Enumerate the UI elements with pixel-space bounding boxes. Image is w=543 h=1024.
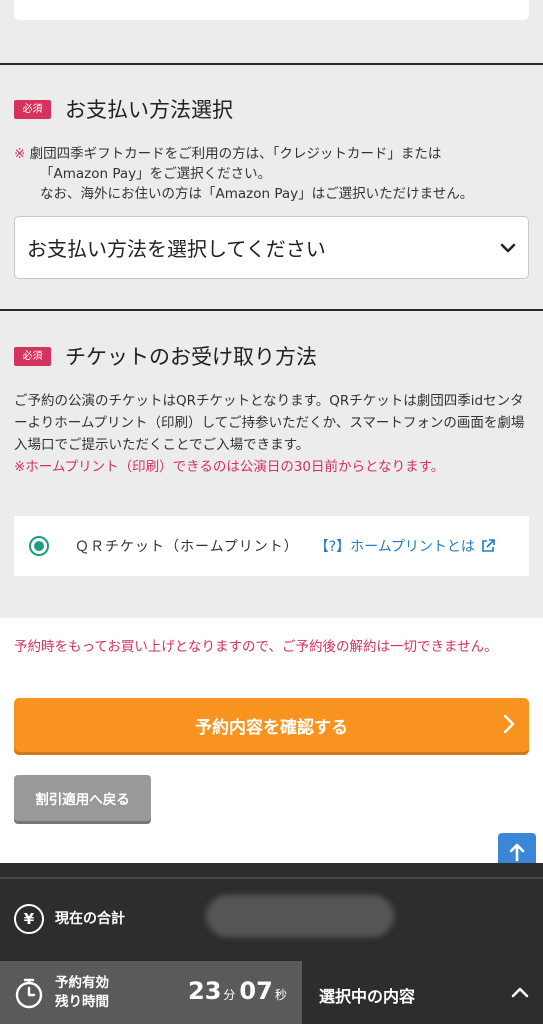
- ticket-description-block: ご予約の公演のチケットはQRチケットとなります。QRチケットは劇団四季idセンタ…: [14, 390, 529, 478]
- selection-toggle[interactable]: 選択中の内容: [304, 961, 543, 1024]
- payment-section-header: 必須 お支払い方法選択: [14, 94, 233, 124]
- total-label: 現在の合計: [55, 911, 125, 927]
- total-row: ¥ 現在の合計: [0, 879, 543, 959]
- qr-ticket-option[interactable]: ＱＲチケット（ホームプリント） 【?】ホームプリントとは: [14, 516, 529, 576]
- chevron-up-icon: [511, 983, 529, 1002]
- timer-value: 23 分 07 秒: [188, 977, 291, 1005]
- ticket-notice: ※ホームプリント（印刷）できるのは公演日の30日前からとなります。: [14, 459, 445, 475]
- help-link-text: 【?】ホームプリントとは: [314, 539, 475, 555]
- timer-seconds-unit: 秒: [274, 988, 287, 1002]
- payment-method-select[interactable]: お支払い方法を選択してください: [14, 216, 529, 279]
- back-button-label: 割引適用へ戻る: [35, 792, 130, 808]
- confirm-reservation-button[interactable]: 予約内容を確認する: [14, 698, 529, 752]
- external-link-icon: [482, 539, 495, 552]
- timer-label-line1: 予約有効: [55, 975, 109, 991]
- stopwatch-icon: [14, 977, 44, 1013]
- cancellation-warning: 予約時をもってお買い上げとなりますので、ご予約後の解約は一切できません。: [14, 639, 498, 655]
- timer-label: 予約有効 残り時間: [55, 974, 109, 1012]
- footer-bottom-row: 予約有効 残り時間 23 分 07 秒 選択中の内容: [0, 961, 543, 1024]
- ticket-section-header: 必須 チケットのお受け取り方法: [14, 341, 317, 371]
- payment-section-title: お支払い方法選択: [65, 98, 233, 122]
- confirm-button-label: 予約内容を確認する: [195, 717, 348, 738]
- section-divider: [0, 63, 543, 65]
- timer-label-line2: 残り時間: [55, 994, 109, 1010]
- ticket-description: ご予約の公演のチケットはQRチケットとなります。QRチケットは劇団四季idセンタ…: [14, 393, 525, 453]
- payment-note-line3: なお、海外にお住いの方は「Amazon Pay」はご選択いただけません。: [40, 186, 474, 202]
- chevron-right-icon: [503, 713, 515, 740]
- previous-section-card: [14, 0, 529, 20]
- payment-note-line2: 「Amazon Pay」をご選択ください。: [40, 166, 272, 182]
- radio-selected-icon[interactable]: [29, 536, 49, 556]
- payment-note: ※ 劇団四季ギフトカードをご利用の方は、「クレジットカード」または 「Amazo…: [14, 144, 529, 204]
- total-amount-redacted: [206, 895, 394, 937]
- selection-label: 選択中の内容: [319, 987, 416, 1006]
- timer-box: 予約有効 残り時間 23 分 07 秒: [0, 961, 302, 1024]
- payment-note-line1: 劇団四季ギフトカードをご利用の方は、「クレジットカード」または: [29, 146, 442, 162]
- home-print-help-link[interactable]: 【?】ホームプリントとは: [315, 536, 495, 556]
- payment-select-placeholder: お支払い方法を選択してください: [27, 237, 326, 261]
- qr-ticket-option-label: ＱＲチケット（ホームプリント）: [75, 539, 299, 555]
- required-badge: 必須: [14, 99, 51, 119]
- note-mark: ※: [14, 146, 26, 162]
- chevron-down-icon: [488, 228, 528, 268]
- ticket-section-title: チケットのお受け取り方法: [65, 345, 317, 369]
- section-divider: [0, 309, 543, 311]
- arrow-up-icon: [509, 843, 525, 862]
- timer-minutes: 23: [188, 977, 222, 1005]
- required-badge: 必須: [14, 346, 51, 366]
- timer-seconds: 07: [239, 977, 273, 1005]
- back-to-discount-button[interactable]: 割引適用へ戻る: [14, 775, 151, 821]
- yen-icon: ¥: [14, 904, 44, 934]
- timer-minutes-unit: 分: [223, 988, 236, 1002]
